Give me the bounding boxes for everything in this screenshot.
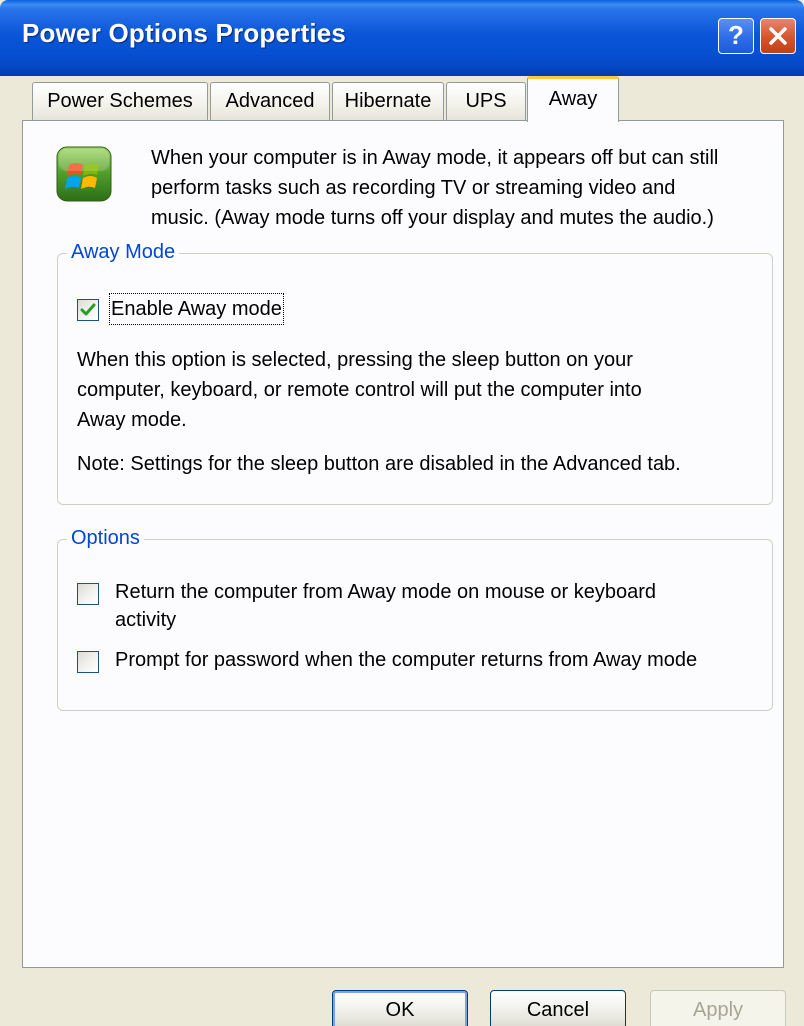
window-title: Power Options Properties xyxy=(22,18,347,48)
away-mode-note: Note: Settings for the sleep button are … xyxy=(77,453,681,475)
return-from-away-label-line2[interactable]: activity xyxy=(115,605,176,635)
tab-power-schemes[interactable]: Power Schemes xyxy=(32,82,208,120)
ok-button[interactable]: OK xyxy=(332,990,468,1026)
power-options-dialog: Power Options Properties ? Power Schemes… xyxy=(0,0,804,1026)
away-mode-description-line3: Away mode. xyxy=(77,409,187,431)
away-mode-description-line1: When this option is selected, pressing t… xyxy=(77,349,633,371)
prompt-password-checkbox[interactable] xyxy=(77,651,99,673)
close-button[interactable] xyxy=(760,18,796,54)
tab-panel-away: When your computer is in Away mode, it a… xyxy=(22,120,784,968)
apply-button[interactable]: Apply xyxy=(650,990,786,1026)
help-button[interactable]: ? xyxy=(718,18,754,54)
windows-media-center-icon xyxy=(55,145,113,203)
title-bar[interactable]: Power Options Properties ? xyxy=(0,0,804,76)
intro-text-line2: perform tasks such as recording TV or st… xyxy=(151,177,676,199)
return-from-away-checkbox[interactable] xyxy=(77,583,99,605)
intro-text-line1: When your computer is in Away mode, it a… xyxy=(151,147,719,169)
tab-ups[interactable]: UPS xyxy=(446,82,526,120)
intro-text-line3: music. (Away mode turns off your display… xyxy=(151,207,714,229)
options-group-label: Options xyxy=(67,527,144,550)
tab-hibernate[interactable]: Hibernate xyxy=(332,82,444,120)
return-from-away-label-line1[interactable]: Return the computer from Away mode on mo… xyxy=(115,577,656,607)
prompt-password-label[interactable]: Prompt for password when the computer re… xyxy=(115,645,697,675)
help-icon: ? xyxy=(728,20,744,50)
away-mode-description-line2: computer, keyboard, or remote control wi… xyxy=(77,379,642,401)
cancel-button[interactable]: Cancel xyxy=(490,990,626,1026)
tab-away[interactable]: Away xyxy=(527,76,619,122)
tab-advanced[interactable]: Advanced xyxy=(210,82,330,120)
away-mode-group-label: Away Mode xyxy=(67,241,180,264)
checkmark-icon xyxy=(80,303,96,316)
enable-away-mode-label[interactable]: Enable Away mode xyxy=(109,293,284,325)
close-icon xyxy=(769,27,787,45)
enable-away-mode-checkbox[interactable] xyxy=(77,299,99,321)
